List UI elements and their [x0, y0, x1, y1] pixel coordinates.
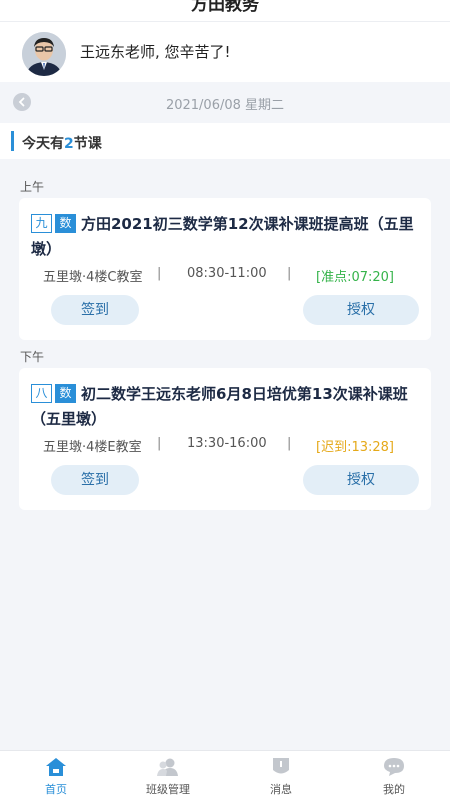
meta-divider: | [157, 266, 162, 281]
lesson-room: 五里墩·4楼C教室 [43, 270, 143, 285]
subject-tag: 数 [55, 214, 76, 233]
lesson-time: 08:30-11:00 [187, 266, 267, 281]
attendance-status: [迟到:13:28] [316, 440, 394, 455]
greeting-bar: 王远东老师, 您辛苦了! [0, 22, 450, 82]
tab-label: 首页 [45, 783, 67, 796]
home-icon [46, 758, 66, 776]
section-afternoon: 下午 [20, 350, 45, 364]
class-manage-icon [157, 758, 178, 776]
app-title: 方田教务 [191, 0, 259, 15]
meta-divider: | [287, 266, 292, 281]
lesson-title-text: 方田2021初三数学第12次课补课班提高班（五里墩） [31, 215, 414, 258]
avatar[interactable] [22, 32, 66, 76]
lesson-card[interactable]: 八数初二数学王远东老师6月8日培优第13次课补课班（五里墩） 五里墩·4楼E教室… [19, 368, 431, 510]
accent-divider [11, 131, 14, 151]
tab-class-management[interactable]: 班级管理 [112, 751, 224, 800]
message-icon [273, 758, 289, 774]
lesson-meta: 五里墩·4楼C教室 | 08:30-11:00 | [准点:07:20] [19, 266, 431, 285]
lesson-room: 五里墩·4楼E教室 [43, 440, 142, 455]
meta-divider: | [157, 436, 162, 451]
date-bar: 2021/06/08 星期二 [0, 82, 450, 122]
tab-label: 班级管理 [146, 783, 190, 796]
greeting-text: 王远东老师, 您辛苦了! [80, 43, 231, 61]
profile-chat-icon [384, 758, 404, 776]
tab-messages[interactable]: 消息 [225, 751, 337, 800]
lesson-count-number: 2 [64, 136, 74, 152]
bottom-tab-bar: 首页 班级管理 消息 我的 [0, 750, 450, 800]
authorize-button[interactable]: 授权 [303, 295, 419, 325]
app-header: 方田教务 [0, 0, 450, 22]
tab-label: 我的 [383, 783, 405, 796]
tab-home[interactable]: 首页 [0, 751, 112, 800]
lesson-card[interactable]: 九数方田2021初三数学第12次课补课班提高班（五里墩） 五里墩·4楼C教室 |… [19, 198, 431, 340]
sign-in-button[interactable]: 签到 [51, 465, 139, 495]
current-date: 2021/06/08 星期二 [165, 98, 285, 113]
lesson-meta: 五里墩·4楼E教室 | 13:30-16:00 | [迟到:13:28] [19, 436, 431, 455]
lesson-title: 九数方田2021初三数学第12次课补课班提高班（五里墩） [31, 212, 419, 262]
attendance-status: [准点:07:20] [316, 270, 394, 285]
subject-tag: 数 [55, 384, 76, 403]
grade-tag: 八 [31, 384, 52, 403]
sign-in-button[interactable]: 签到 [51, 295, 139, 325]
lesson-title-text: 初二数学王远东老师6月8日培优第13次课补课班（五里墩） [31, 385, 408, 428]
tab-label: 消息 [270, 783, 292, 796]
authorize-button[interactable]: 授权 [303, 465, 419, 495]
tab-mine[interactable]: 我的 [338, 751, 450, 800]
section-morning: 上午 [20, 180, 45, 194]
lesson-time: 13:30-16:00 [187, 436, 267, 451]
grade-tag: 九 [31, 214, 52, 233]
lesson-count-text: 今天有2节课 [22, 136, 102, 152]
meta-divider: | [287, 436, 292, 451]
lesson-count-bar: 今天有2节课 [0, 123, 450, 159]
lesson-title: 八数初二数学王远东老师6月8日培优第13次课补课班（五里墩） [31, 382, 419, 432]
